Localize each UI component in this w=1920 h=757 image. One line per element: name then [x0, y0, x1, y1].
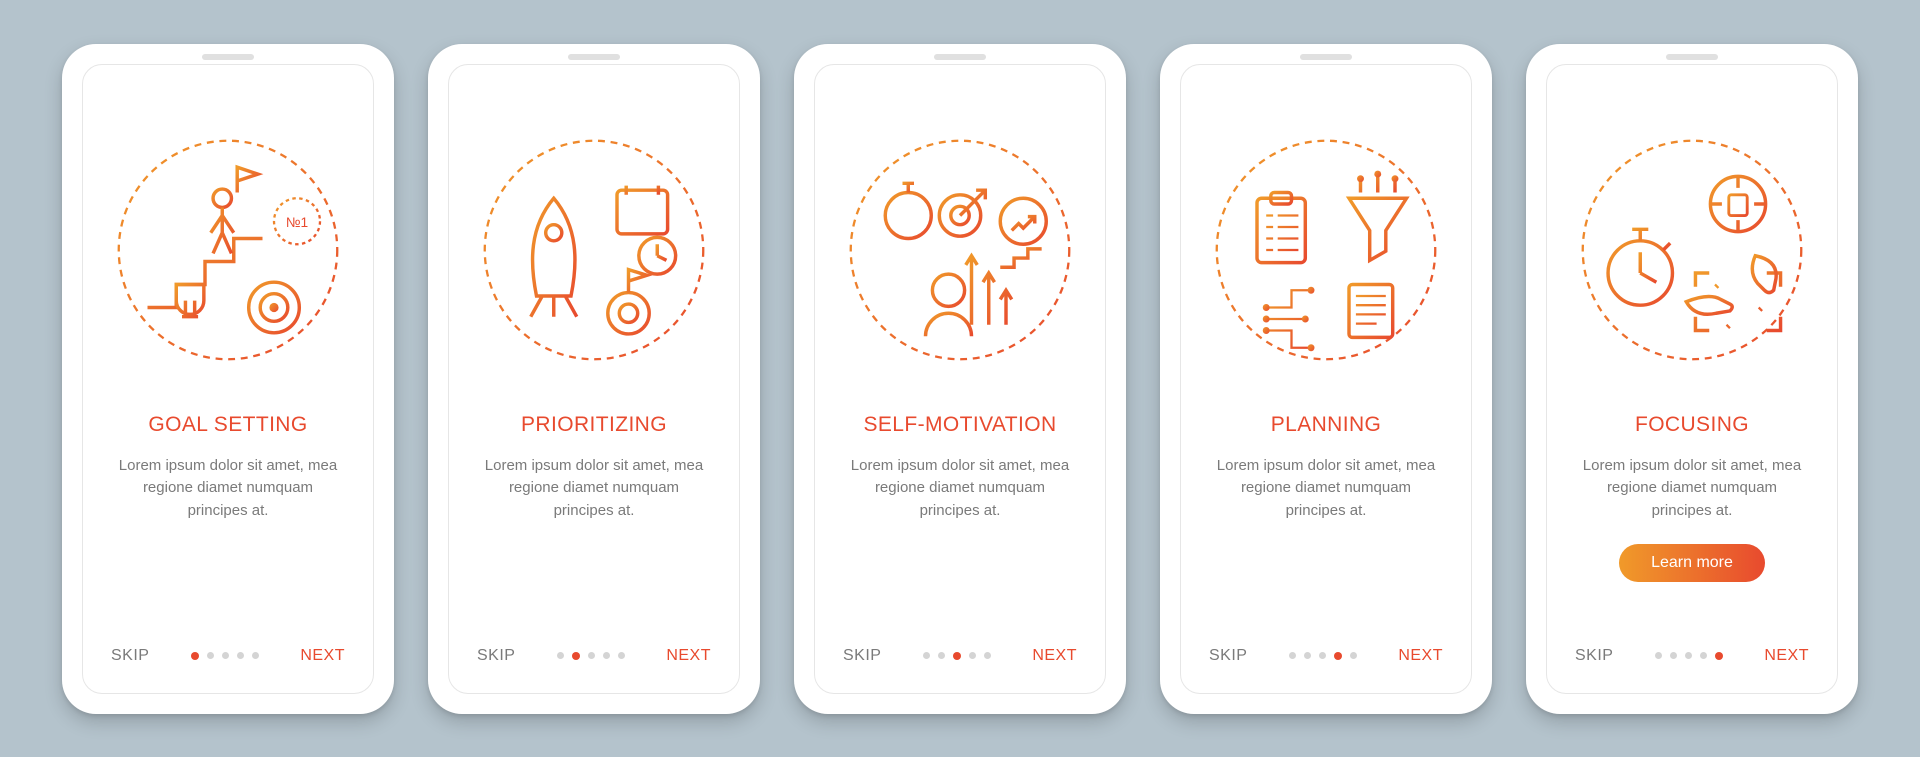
phone-speaker	[934, 54, 986, 60]
dot-2[interactable]	[938, 652, 945, 659]
next-button[interactable]: NEXT	[1398, 647, 1443, 665]
focusing-illustration	[1577, 135, 1807, 365]
onboarding-screen-1: №1 Goal setting Lorem ipsum dolor sit am…	[62, 44, 394, 714]
dot-1[interactable]	[557, 652, 564, 659]
screen-content: №1 Goal setting Lorem ipsum dolor sit am…	[82, 64, 374, 694]
screen-description: Lorem ipsum dolor sit amet, mea regione …	[843, 455, 1077, 523]
skip-button[interactable]: SKIP	[111, 647, 149, 665]
dot-5[interactable]	[618, 652, 625, 659]
screen-description: Lorem ipsum dolor sit amet, mea regione …	[1575, 455, 1809, 523]
phone-speaker	[202, 54, 254, 60]
dot-2[interactable]	[1670, 652, 1677, 659]
skip-button[interactable]: SKIP	[1209, 647, 1247, 665]
pagination-dots	[557, 652, 625, 660]
dot-3[interactable]	[953, 652, 961, 660]
pagination-dots	[923, 652, 991, 660]
screen-title: Goal setting	[148, 413, 307, 437]
goal-setting-illustration: №1	[113, 135, 343, 365]
nav-row: SKIP NEXT	[111, 647, 345, 665]
skip-button[interactable]: SKIP	[843, 647, 881, 665]
dot-5[interactable]	[984, 652, 991, 659]
screen-description: Lorem ipsum dolor sit amet, mea regione …	[477, 455, 711, 523]
dot-1[interactable]	[1289, 652, 1296, 659]
screen-description: Lorem ipsum dolor sit amet, mea regione …	[111, 455, 345, 523]
next-button[interactable]: NEXT	[1032, 647, 1077, 665]
nav-row: SKIP NEXT	[1575, 647, 1809, 665]
dot-3[interactable]	[1685, 652, 1692, 659]
dot-4[interactable]	[969, 652, 976, 659]
screen-description: Lorem ipsum dolor sit amet, mea regione …	[1209, 455, 1443, 523]
dot-3[interactable]	[588, 652, 595, 659]
onboarding-screen-2: Prioritizing Lorem ipsum dolor sit amet,…	[428, 44, 760, 714]
dot-5[interactable]	[1350, 652, 1357, 659]
screen-title: Planning	[1271, 413, 1382, 437]
onboarding-screen-4: Planning Lorem ipsum dolor sit amet, mea…	[1160, 44, 1492, 714]
dot-5[interactable]	[252, 652, 259, 659]
next-button[interactable]: NEXT	[1764, 647, 1809, 665]
dot-2[interactable]	[207, 652, 214, 659]
screen-content: Focusing Lorem ipsum dolor sit amet, mea…	[1546, 64, 1838, 694]
dot-1[interactable]	[1655, 652, 1662, 659]
nav-row: SKIP NEXT	[477, 647, 711, 665]
next-button[interactable]: NEXT	[300, 647, 345, 665]
prioritizing-illustration	[479, 135, 709, 365]
pagination-dots	[1289, 652, 1357, 660]
dot-3[interactable]	[222, 652, 229, 659]
planning-illustration	[1211, 135, 1441, 365]
phone-speaker	[1300, 54, 1352, 60]
dot-4[interactable]	[603, 652, 610, 659]
screen-content: Prioritizing Lorem ipsum dolor sit amet,…	[448, 64, 740, 694]
skip-button[interactable]: SKIP	[1575, 647, 1613, 665]
pagination-dots	[1655, 652, 1723, 660]
skip-button[interactable]: SKIP	[477, 647, 515, 665]
dot-4[interactable]	[237, 652, 244, 659]
dot-4[interactable]	[1700, 652, 1707, 659]
dot-2[interactable]	[1304, 652, 1311, 659]
svg-text:№1: №1	[286, 215, 308, 230]
self-motivation-illustration	[845, 135, 1075, 365]
nav-row: SKIP NEXT	[843, 647, 1077, 665]
screen-title: Prioritizing	[521, 413, 667, 437]
phone-speaker	[568, 54, 620, 60]
dot-4[interactable]	[1334, 652, 1342, 660]
screen-title: Focusing	[1635, 413, 1749, 437]
learn-more-button[interactable]: Learn more	[1619, 544, 1765, 582]
screen-title: Self-motivation	[863, 413, 1056, 437]
onboarding-screen-5: Focusing Lorem ipsum dolor sit amet, mea…	[1526, 44, 1858, 714]
dot-3[interactable]	[1319, 652, 1326, 659]
next-button[interactable]: NEXT	[666, 647, 711, 665]
onboarding-screen-3: Self-motivation Lorem ipsum dolor sit am…	[794, 44, 1126, 714]
nav-row: SKIP NEXT	[1209, 647, 1443, 665]
phone-speaker	[1666, 54, 1718, 60]
dot-1[interactable]	[923, 652, 930, 659]
dot-1[interactable]	[191, 652, 199, 660]
pagination-dots	[191, 652, 259, 660]
dot-2[interactable]	[572, 652, 580, 660]
screen-content: Planning Lorem ipsum dolor sit amet, mea…	[1180, 64, 1472, 694]
dot-5[interactable]	[1715, 652, 1723, 660]
screen-content: Self-motivation Lorem ipsum dolor sit am…	[814, 64, 1106, 694]
